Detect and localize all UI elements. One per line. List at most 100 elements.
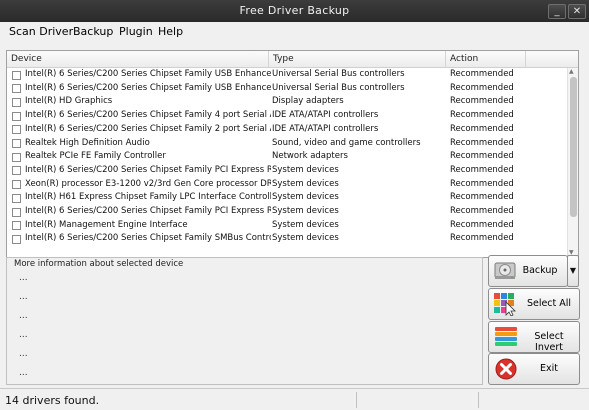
info-line: ... bbox=[19, 330, 28, 340]
window-title: Free Driver Backup bbox=[239, 4, 350, 17]
table-row[interactable]: Realtek PCIe FE Family Controller Network… bbox=[7, 150, 567, 164]
table-row[interactable]: Intel(R) H61 Express Chipset Family LPC … bbox=[7, 191, 567, 205]
device-type: Universal Serial Bus controllers bbox=[272, 82, 405, 93]
close-window-button[interactable]: ✕ bbox=[568, 4, 586, 19]
info-line: ... bbox=[19, 368, 28, 378]
row-checkbox[interactable] bbox=[12, 207, 21, 217]
device-type: Network adapters bbox=[272, 151, 348, 162]
table-row[interactable]: Intel(R) 6 Series/C200 Series Chipset Fa… bbox=[7, 68, 567, 82]
device-type: System devices bbox=[272, 219, 339, 230]
device-name: Xeon(R) processor E3-1200 v2/3rd Gen Cor… bbox=[25, 178, 271, 189]
device-action: Recommended bbox=[450, 123, 514, 134]
device-action: Recommended bbox=[450, 164, 514, 175]
hard-drive-icon bbox=[494, 262, 516, 279]
device-name: Intel(R) 6 Series/C200 Series Chipset Fa… bbox=[25, 123, 271, 134]
backup-button-label: Backup bbox=[522, 265, 558, 276]
exit-button[interactable]: Exit bbox=[488, 353, 580, 385]
device-type: IDE ATA/ATAPI controllers bbox=[272, 110, 379, 121]
column-header-action[interactable]: Action bbox=[446, 51, 526, 68]
row-checkbox[interactable] bbox=[12, 180, 21, 190]
row-checkbox[interactable] bbox=[12, 125, 21, 135]
row-checkbox[interactable] bbox=[12, 193, 21, 203]
device-name: Intel(R) HD Graphics bbox=[25, 96, 113, 107]
table-row[interactable]: Xeon(R) processor E3-1200 v2/3rd Gen Cor… bbox=[7, 178, 567, 192]
device-action: Recommended bbox=[450, 151, 514, 162]
device-type: System devices bbox=[272, 178, 339, 189]
backup-button[interactable]: Backup bbox=[488, 255, 568, 287]
table-row[interactable]: Intel(R) 6 Series/C200 Series Chipset Fa… bbox=[7, 109, 567, 123]
table-row[interactable]: Intel(R) 6 Series/C200 Series Chipset Fa… bbox=[7, 232, 567, 246]
table-header: Device Type Action bbox=[7, 51, 578, 68]
exit-button-label: Exit bbox=[540, 363, 558, 374]
device-action: Recommended bbox=[450, 69, 514, 79]
status-bar: 14 drivers found. bbox=[0, 388, 589, 410]
device-type: IDE ATA/ATAPI controllers bbox=[272, 123, 379, 134]
select-all-button[interactable]: Select All bbox=[488, 288, 580, 320]
menu-backup[interactable]: Backup bbox=[73, 25, 113, 38]
scrollbar-thumb[interactable] bbox=[570, 77, 577, 217]
table-row[interactable]: Intel(R) 6 Series/C200 Series Chipset Fa… bbox=[7, 123, 567, 137]
select-invert-button-label: Select Invert bbox=[534, 331, 564, 353]
row-checkbox[interactable] bbox=[12, 234, 21, 244]
row-checkbox[interactable] bbox=[12, 139, 21, 148]
table-row[interactable]: Intel(R) HD Graphics Display adapters Reco… bbox=[7, 95, 567, 109]
device-type: System devices bbox=[272, 233, 339, 244]
scroll-up-arrow-icon[interactable]: ▲ bbox=[569, 68, 574, 76]
status-divider bbox=[478, 392, 479, 408]
row-checkbox[interactable] bbox=[12, 70, 21, 80]
column-header-device[interactable]: Device bbox=[7, 51, 269, 68]
table-row[interactable]: Intel(R) 6 Series/C200 Series Chipset Fa… bbox=[7, 205, 567, 219]
device-action: Recommended bbox=[450, 192, 514, 203]
table-row[interactable]: Realtek High Definition Audio Sound, vide… bbox=[7, 137, 567, 151]
info-panel-title: More information about selected device bbox=[14, 259, 184, 269]
device-action: Recommended bbox=[450, 82, 514, 93]
backup-dropdown-button[interactable]: ▼ bbox=[567, 255, 579, 287]
menu-help[interactable]: Help bbox=[158, 25, 183, 38]
close-circle-icon bbox=[495, 358, 517, 380]
device-name: Intel(R) 6 Series/C200 Series Chipset Fa… bbox=[25, 82, 271, 93]
device-action: Recommended bbox=[450, 178, 514, 189]
device-type: Display adapters bbox=[272, 96, 344, 107]
title-bar: Free Driver Backup _ ✕ bbox=[0, 0, 589, 22]
menu-bar: Scan Driver Backup Plugin Help bbox=[0, 22, 589, 42]
device-name: Intel(R) 6 Series/C200 Series Chipset Fa… bbox=[25, 110, 271, 121]
device-action: Recommended bbox=[450, 206, 514, 216]
device-name: Realtek High Definition Audio bbox=[25, 137, 150, 148]
table-row[interactable]: Intel(R) Management Engine Interface Syst… bbox=[7, 219, 567, 233]
menu-plugin[interactable]: Plugin bbox=[119, 25, 153, 38]
device-action: Recommended bbox=[450, 96, 514, 107]
grid-select-icon bbox=[494, 293, 516, 316]
row-checkbox[interactable] bbox=[12, 111, 21, 121]
column-header-type[interactable]: Type bbox=[269, 51, 446, 68]
device-type: Universal Serial Bus controllers bbox=[272, 69, 405, 79]
device-name: Intel(R) 6 Series/C200 Series Chipset Fa… bbox=[25, 206, 271, 216]
device-action: Recommended bbox=[450, 219, 514, 230]
stacked-list-icon bbox=[495, 327, 517, 346]
info-line: ... bbox=[19, 292, 28, 302]
device-type: System devices bbox=[272, 206, 339, 216]
info-line: ... bbox=[19, 349, 28, 359]
driver-table: Device Type Action Intel(R) 6 Series/C20… bbox=[6, 50, 579, 258]
row-checkbox[interactable] bbox=[12, 84, 21, 94]
main-window: Scan Driver Backup Plugin Help Device Ty… bbox=[0, 22, 589, 410]
row-checkbox[interactable] bbox=[12, 97, 21, 107]
device-name: Intel(R) Management Engine Interface bbox=[25, 219, 188, 230]
status-divider bbox=[356, 392, 357, 408]
row-checkbox[interactable] bbox=[12, 221, 21, 231]
menu-scan-driver[interactable]: Scan Driver bbox=[9, 25, 73, 38]
minimize-button[interactable]: _ bbox=[548, 4, 566, 19]
table-vertical-scrollbar[interactable]: ▲ ▼ bbox=[567, 68, 578, 257]
device-name: Realtek PCIe FE Family Controller bbox=[25, 151, 166, 162]
device-type: System devices bbox=[272, 192, 339, 203]
device-type: System devices bbox=[272, 164, 339, 175]
device-action: Recommended bbox=[450, 233, 514, 244]
row-checkbox[interactable] bbox=[12, 152, 21, 162]
table-row[interactable]: Intel(R) 6 Series/C200 Series Chipset Fa… bbox=[7, 164, 567, 178]
table-row[interactable]: Intel(R) 6 Series/C200 Series Chipset Fa… bbox=[7, 82, 567, 96]
device-name: Intel(R) 6 Series/C200 Series Chipset Fa… bbox=[25, 233, 271, 244]
status-text: 14 drivers found. bbox=[5, 394, 100, 407]
chevron-down-icon: ▼ bbox=[569, 266, 577, 275]
row-checkbox[interactable] bbox=[12, 166, 21, 176]
select-invert-button[interactable]: Select Invert bbox=[488, 321, 580, 353]
info-line: ... bbox=[19, 311, 28, 321]
